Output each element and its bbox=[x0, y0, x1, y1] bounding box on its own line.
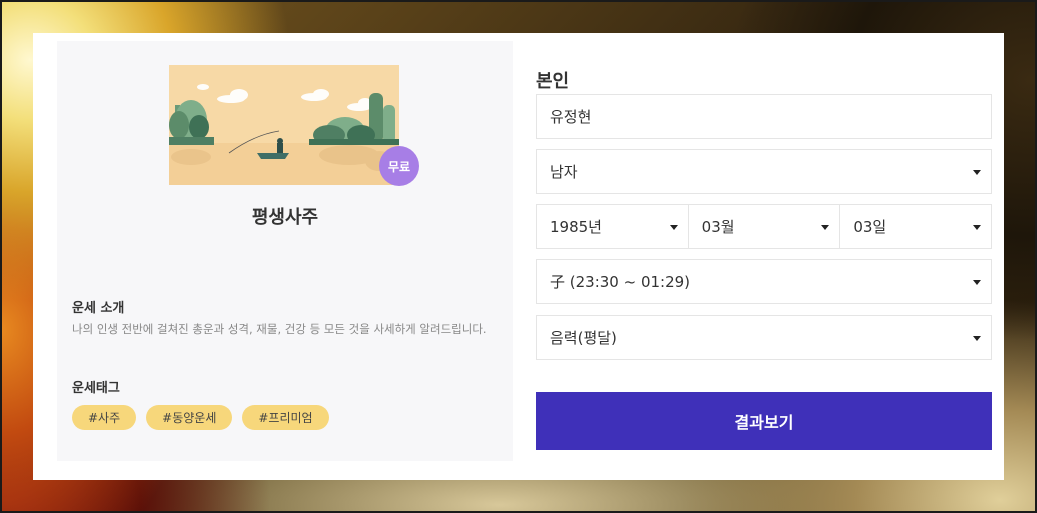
tag-premium[interactable]: #프리미엄 bbox=[242, 405, 329, 430]
day-value: 03일 bbox=[853, 218, 887, 236]
calendar-type-value: 음력(평달) bbox=[550, 329, 617, 347]
calendar-type-select[interactable]: 음력(평달) bbox=[536, 315, 992, 360]
fortune-card: 무료 평생사주 운세 소개 나의 인생 전반에 걸쳐진 총운과 성격, 재물, … bbox=[33, 33, 1004, 480]
gender-select[interactable]: 남자 bbox=[536, 149, 992, 194]
birthdate-row: 1985년 03월 03일 bbox=[536, 204, 993, 249]
day-select[interactable]: 03일 bbox=[840, 204, 993, 249]
chevron-down-icon bbox=[973, 224, 982, 230]
name-input[interactable]: 유정현 bbox=[536, 94, 992, 139]
input-form: 본인 유정현 남자 1985년 03월 03일 子 (23:30 ~ 01:29… bbox=[536, 33, 993, 480]
chevron-down-icon bbox=[973, 169, 981, 175]
chevron-down-icon bbox=[821, 224, 830, 230]
tag-list: #사주 #동양운세 #프리미엄 bbox=[72, 405, 329, 430]
free-badge: 무료 bbox=[379, 146, 419, 186]
lake-illustration bbox=[169, 65, 399, 185]
birth-hour-select[interactable]: 子 (23:30 ~ 01:29) bbox=[536, 259, 992, 304]
tag-saju[interactable]: #사주 bbox=[72, 405, 137, 430]
product-thumbnail: 무료 bbox=[169, 65, 419, 186]
month-select[interactable]: 03월 bbox=[688, 204, 841, 249]
tags-title: 운세태그 bbox=[72, 381, 120, 396]
month-value: 03월 bbox=[701, 218, 735, 236]
year-select[interactable]: 1985년 bbox=[536, 204, 689, 249]
product-panel: 무료 평생사주 운세 소개 나의 인생 전반에 걸쳐진 총운과 성격, 재물, … bbox=[57, 41, 513, 461]
chevron-down-icon bbox=[669, 224, 678, 230]
birth-hour-value: 子 (23:30 ~ 01:29) bbox=[550, 273, 691, 291]
intro-title: 운세 소개 bbox=[72, 301, 125, 316]
chevron-down-icon bbox=[973, 335, 981, 341]
product-title: 평생사주 bbox=[251, 207, 319, 228]
year-value: 1985년 bbox=[550, 218, 602, 236]
submit-button[interactable]: 결과보기 bbox=[536, 392, 992, 450]
section-title: 본인 bbox=[536, 71, 570, 92]
intro-description: 나의 인생 전반에 걸쳐진 총운과 성격, 재물, 건강 등 모든 것을 사세하… bbox=[72, 322, 487, 336]
chevron-down-icon bbox=[973, 279, 981, 285]
gender-value: 남자 bbox=[550, 163, 578, 181]
tag-eastern-fortune[interactable]: #동양운세 bbox=[146, 405, 233, 430]
name-value: 유정현 bbox=[550, 108, 592, 126]
